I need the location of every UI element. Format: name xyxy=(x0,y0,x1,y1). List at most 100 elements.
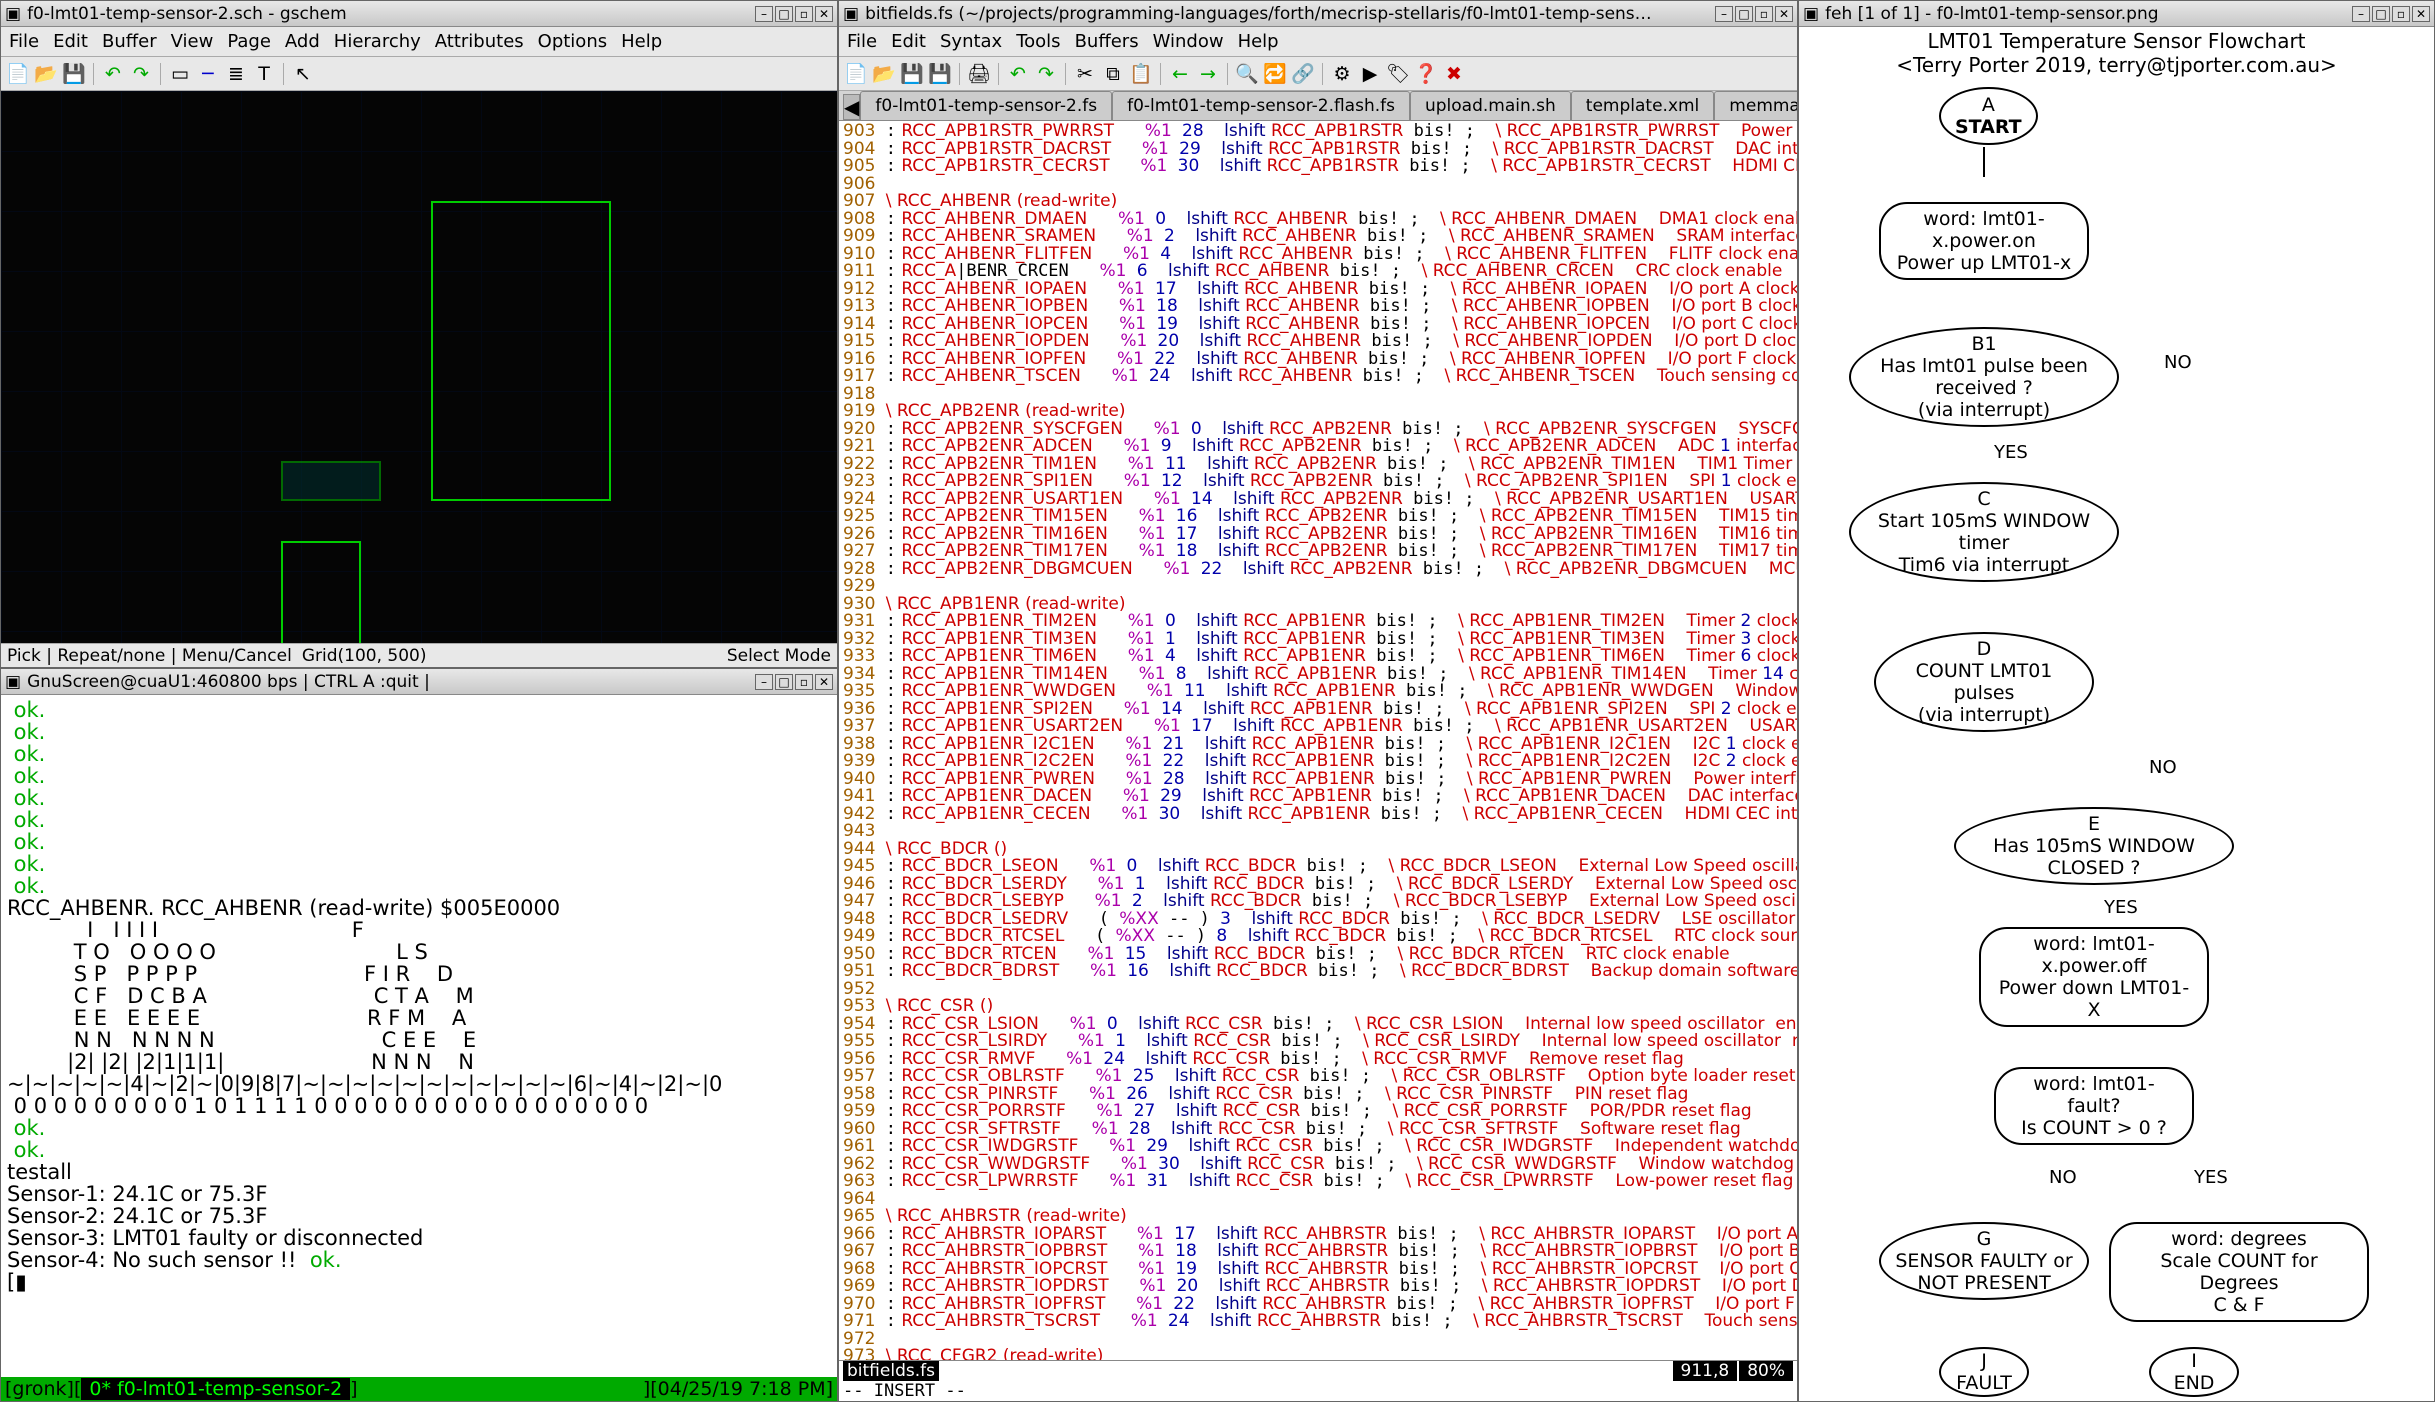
maximize-icon[interactable]: □ xyxy=(2372,6,2390,22)
add-bus-icon[interactable]: ≣ xyxy=(223,61,249,87)
close-icon[interactable]: ✕ xyxy=(2412,6,2430,22)
replace-icon[interactable]: 🔁 xyxy=(1262,61,1288,87)
gschem-toolbar: 📄 📂 💾 ↶ ↷ ▭ ─ ≣ T ↖ xyxy=(1,57,837,91)
menu-hierarchy[interactable]: Hierarchy xyxy=(334,31,421,52)
separator xyxy=(998,63,999,85)
feh-titlebar[interactable]: ▣ feh [1 of 1] - f0-lmt01-temp-sensor.pn… xyxy=(1799,1,2434,27)
tab-f0-lmt01-temp-sensor-2-fs[interactable]: f0-lmt01-temp-sensor-2.fs xyxy=(860,91,1112,120)
minimize-icon[interactable]: – xyxy=(2352,6,2370,22)
copy-icon[interactable]: ⧉ xyxy=(1100,61,1126,87)
undo-icon[interactable]: ↶ xyxy=(100,61,126,87)
flow-label-no: NO xyxy=(2149,757,2177,778)
restore-icon[interactable]: ▫ xyxy=(2392,6,2410,22)
print-icon[interactable]: 🖨 xyxy=(966,61,992,87)
separator xyxy=(1322,63,1323,85)
new-file-icon[interactable]: 📄 xyxy=(5,61,31,87)
cut-icon[interactable]: ✂ xyxy=(1072,61,1098,87)
back-icon[interactable]: ← xyxy=(1167,61,1193,87)
status-mode: Select Mode xyxy=(727,646,831,666)
close-icon[interactable]: ✕ xyxy=(815,6,833,22)
add-component-icon[interactable]: ▭ xyxy=(167,61,193,87)
forward-icon[interactable]: → xyxy=(1195,61,1221,87)
flow-node-fault: JFAULT xyxy=(1939,1347,2029,1397)
app-icon: ▣ xyxy=(5,4,21,24)
flow-node-power-off: word: lmt01-x.power.off Power down LMT01… xyxy=(1979,927,2209,1027)
maximize-icon[interactable]: □ xyxy=(1735,6,1753,22)
menu-edit[interactable]: Edit xyxy=(53,31,88,52)
close-icon[interactable]: ✕ xyxy=(815,674,833,690)
menu-syntax[interactable]: Syntax xyxy=(940,31,1002,52)
tab-memmap-fs[interactable]: memmap.fs xyxy=(1714,91,1797,120)
new-file-icon[interactable]: 📄 xyxy=(843,61,869,87)
redo-icon[interactable]: ↷ xyxy=(1033,61,1059,87)
tmux-host: [gronk][ xyxy=(5,1378,81,1400)
menu-help[interactable]: Help xyxy=(1238,31,1279,52)
terminal-titlebar[interactable]: ▣ GnuScreen@cuaU1:460800 bps | CTRL A :q… xyxy=(1,669,837,695)
menu-page[interactable]: Page xyxy=(227,31,271,52)
open-file-icon[interactable]: 📂 xyxy=(871,61,897,87)
help-icon[interactable]: ❓ xyxy=(1413,61,1439,87)
redo-icon[interactable]: ↷ xyxy=(128,61,154,87)
add-net-icon[interactable]: ─ xyxy=(195,61,221,87)
pointer-icon[interactable]: ↖ xyxy=(290,61,316,87)
minimize-icon[interactable]: – xyxy=(755,674,773,690)
menu-options[interactable]: Options xyxy=(538,31,607,52)
paste-icon[interactable]: 📋 xyxy=(1128,61,1154,87)
editor-code-area[interactable]: 903 : RCC_APB1RSTR_PWRRST %1 28 lshift R… xyxy=(839,121,1797,1360)
menu-view[interactable]: View xyxy=(171,31,214,52)
add-text-icon[interactable]: T xyxy=(251,61,277,87)
app-icon: ▣ xyxy=(1803,4,1819,24)
maximize-icon[interactable]: □ xyxy=(775,674,793,690)
shell-icon[interactable]: ▶ xyxy=(1357,61,1383,87)
gschem-titlebar[interactable]: ▣ f0-lmt01-temp-sensor-2.sch - gschem – … xyxy=(1,1,837,27)
ic-outline xyxy=(431,201,611,501)
make-icon[interactable]: ⚙ xyxy=(1329,61,1355,87)
tab-f0-lmt01-temp-sensor-2-flash-fs[interactable]: f0-lmt01-temp-sensor-2.flash.fs xyxy=(1112,91,1410,120)
tmux-clock: ][04/25/19 7:18 PM] xyxy=(358,1378,833,1400)
menu-add[interactable]: Add xyxy=(285,31,320,52)
restore-icon[interactable]: ▫ xyxy=(795,674,813,690)
tab-template-xml[interactable]: template.xml xyxy=(1571,91,1715,120)
restore-icon[interactable]: ▫ xyxy=(795,6,813,22)
stop-icon[interactable]: ✖ xyxy=(1441,61,1467,87)
menu-tools[interactable]: Tools xyxy=(1016,31,1060,52)
editor-titlebar[interactable]: ▣ bitfields.fs (~/projects/programming-l… xyxy=(839,1,1797,27)
tab-upload-main-sh[interactable]: upload.main.sh xyxy=(1410,91,1571,120)
save-all-icon[interactable]: 💾 xyxy=(927,61,953,87)
flow-label-yes: YES xyxy=(1994,442,2028,463)
status-grid: Grid(100, 500) xyxy=(302,646,427,666)
open-file-icon[interactable]: 📂 xyxy=(33,61,59,87)
tmux-active-window[interactable]: 0* f0-lmt01-temp-sensor-2 xyxy=(81,1378,350,1400)
flow-node-end: IEND xyxy=(2149,1347,2239,1397)
minimize-icon[interactable]: – xyxy=(755,6,773,22)
menu-window[interactable]: Window xyxy=(1153,31,1224,52)
undo-icon[interactable]: ↶ xyxy=(1005,61,1031,87)
schematic-canvas[interactable] xyxy=(1,91,837,643)
separator xyxy=(93,63,94,85)
terminal-output[interactable]: ok. ok. ok. ok. ok. ok. ok. ok. ok.RCC_A… xyxy=(1,695,837,1377)
menu-file[interactable]: File xyxy=(9,31,39,52)
menu-edit[interactable]: Edit xyxy=(891,31,926,52)
menu-file[interactable]: File xyxy=(847,31,877,52)
close-icon[interactable]: ✕ xyxy=(1775,6,1793,22)
menu-attributes[interactable]: Attributes xyxy=(435,31,524,52)
menu-buffer[interactable]: Buffer xyxy=(102,31,157,52)
flowchart-image[interactable]: LMT01 Temperature Sensor Flowchart <Terr… xyxy=(1799,27,2434,1401)
link-icon[interactable]: 🔗 xyxy=(1290,61,1316,87)
menu-buffers[interactable]: Buffers xyxy=(1075,31,1139,52)
minimize-icon[interactable]: – xyxy=(1715,6,1733,22)
save-file-icon[interactable]: 💾 xyxy=(61,61,87,87)
tag-icon[interactable]: 🏷 xyxy=(1385,61,1411,87)
flow-node-fault-check: word: lmt01-fault? Is COUNT > 0 ? xyxy=(1994,1067,2194,1145)
maximize-icon[interactable]: □ xyxy=(775,6,793,22)
save-file-icon[interactable]: 💾 xyxy=(899,61,925,87)
gschem-menubar: File Edit Buffer View Page Add Hierarchy Attrib… xyxy=(1,27,837,57)
find-icon[interactable]: 🔍 xyxy=(1234,61,1260,87)
tmux-statusbar: [gronk][ 0* f0-lmt01-temp-sensor-2 ] ][0… xyxy=(1,1377,837,1401)
flow-node-window-closed: E Has 105mS WINDOW CLOSED ? xyxy=(1954,807,2234,885)
restore-icon[interactable]: ▫ xyxy=(1755,6,1773,22)
tab-scroll-left[interactable]: ◀ xyxy=(843,94,860,120)
vim-percent: 80% xyxy=(1739,1361,1793,1381)
separator xyxy=(959,63,960,85)
menu-help[interactable]: Help xyxy=(621,31,662,52)
